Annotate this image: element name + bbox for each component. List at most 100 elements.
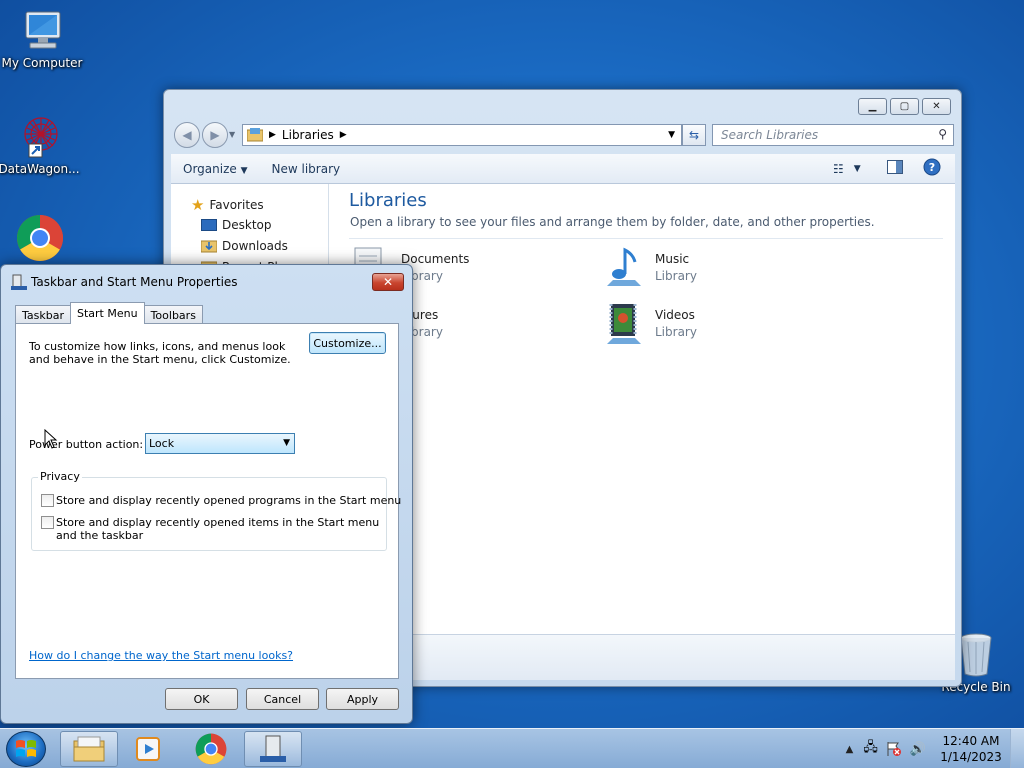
privacy-group: Privacy Store and display recently opene… (31, 470, 401, 551)
preview-pane-button[interactable] (887, 160, 903, 177)
customize-description: To customize how links, icons, and menus… (29, 340, 291, 366)
downloads-folder-icon (201, 240, 217, 253)
tab-taskbar[interactable]: Taskbar (15, 305, 71, 324)
show-desktop-button[interactable] (1010, 729, 1024, 768)
customize-button[interactable]: Customize... (309, 332, 386, 354)
refresh-icon: ⇆ (688, 128, 700, 142)
preview-pane-icon (887, 160, 903, 174)
start-button[interactable] (6, 731, 46, 767)
minimize-button[interactable]: ▁ (858, 98, 887, 115)
command-bar: Organize ▼ New library ☷ ▼ ? (171, 154, 955, 184)
recycle-bin-icon (960, 633, 992, 677)
library-type: Library (655, 325, 697, 339)
taskbar: ▲ 🖧 🔊 12:40 AM 1/14/2023 (0, 728, 1024, 768)
taskbar-properties-button[interactable] (244, 731, 302, 767)
address-bar[interactable]: ▶ Libraries ▶ ▼ (242, 124, 682, 146)
tab-start-menu[interactable]: Start Menu (70, 302, 145, 324)
taskbar-explorer-button[interactable] (60, 731, 118, 767)
forward-arrow-icon: ▶ (210, 128, 220, 142)
library-name: Videos (655, 308, 695, 322)
nav-downloads-label: Downloads (222, 239, 288, 253)
dialog-title: Taskbar and Start Menu Properties (31, 275, 238, 289)
divider (349, 238, 943, 239)
taskbar-properties-dialog: Taskbar and Start Menu Properties ✕ Task… (0, 264, 413, 724)
privacy-legend: Privacy (38, 470, 82, 483)
library-type: Library (655, 269, 697, 283)
cancel-button[interactable]: Cancel (246, 688, 319, 710)
datawagon-icon (24, 117, 58, 158)
recent-items-checkbox[interactable] (41, 516, 54, 529)
search-placeholder: Search Libraries (721, 128, 819, 142)
library-music[interactable]: Music Library (601, 246, 697, 292)
chevron-down-icon: ▼ (283, 438, 290, 448)
folder-icon (73, 736, 105, 762)
power-button-value: Lock (149, 437, 175, 450)
help-link[interactable]: How do I change the way the Start menu l… (29, 649, 293, 662)
nav-downloads[interactable]: Downloads (201, 239, 288, 253)
page-title: Libraries (349, 190, 427, 211)
music-library-icon (607, 247, 641, 286)
breadcrumb-arrow-icon: ▶ (339, 130, 347, 140)
minimize-icon: ▁ (868, 101, 877, 112)
forward-button[interactable]: ▶ (202, 122, 228, 148)
clock[interactable]: 12:40 AM 1/14/2023 (932, 733, 1010, 765)
taskbar-chrome-button[interactable] (182, 731, 240, 767)
volume-icon[interactable]: 🔊 (910, 742, 926, 757)
recent-programs-checkbox[interactable] (41, 494, 54, 507)
mouse-cursor-icon (44, 429, 58, 449)
nav-favorites-label: Favorites (209, 198, 264, 212)
show-hidden-icons-button[interactable]: ▲ (846, 744, 854, 755)
desktop-icon-datawagon[interactable]: DataWagon... (0, 112, 81, 176)
start-menu-panel: To customize how links, icons, and menus… (15, 323, 401, 679)
ok-button[interactable]: OK (165, 688, 238, 710)
close-icon: ✕ (932, 101, 941, 112)
tab-toolbars[interactable]: Toolbars (143, 305, 203, 324)
nav-favorites[interactable]: ★ Favorites (191, 196, 264, 214)
maximize-icon: ▢ (899, 101, 910, 112)
close-button[interactable]: ✕ (922, 98, 951, 115)
search-input[interactable]: Search Libraries ⚲ (712, 124, 954, 146)
recent-pages-dropdown[interactable]: ▼ (229, 130, 235, 139)
breadcrumb-libraries[interactable]: Libraries (282, 128, 334, 142)
svg-text:?: ? (929, 161, 935, 174)
view-options-button[interactable]: ☷ ▼ (833, 162, 861, 176)
back-button[interactable]: ◀ (174, 122, 200, 148)
close-icon: ✕ (382, 275, 394, 289)
taskbar-media-player-button[interactable] (120, 731, 178, 767)
recent-programs-label: Store and display recently opened progra… (56, 494, 402, 507)
taskbar-properties-icon (260, 735, 286, 762)
help-button[interactable]: ? (923, 158, 941, 179)
library-videos[interactable]: Videos Library (601, 302, 697, 348)
search-icon[interactable]: ⚲ (938, 127, 947, 141)
organize-button[interactable]: Organize ▼ (171, 162, 260, 176)
chevron-down-icon: ▼ (240, 165, 248, 176)
organize-label: Organize (183, 161, 237, 176)
system-tray: ▲ 🖧 🔊 12:40 AM 1/14/2023 (846, 729, 1024, 768)
nav-desktop-label: Desktop (222, 218, 272, 232)
window-controls: ▁ ▢ ✕ (858, 98, 951, 115)
new-library-button[interactable]: New library (260, 162, 353, 176)
videos-library-icon (607, 304, 641, 344)
back-arrow-icon: ◀ (182, 128, 192, 142)
dialog-tabs: Taskbar Start Menu Toolbars (15, 302, 203, 324)
star-icon: ★ (191, 196, 205, 214)
libraries-content: Libraries Open a library to see your fil… (329, 184, 955, 634)
nav-desktop[interactable]: Desktop (201, 218, 272, 232)
library-name: Music (655, 252, 690, 266)
refresh-button[interactable]: ⇆ (682, 124, 706, 146)
help-icon: ? (923, 158, 941, 176)
apply-button[interactable]: Apply (326, 688, 399, 710)
computer-icon (25, 11, 61, 49)
power-button-select[interactable]: Lock ▼ (145, 433, 295, 454)
windows-logo-icon (16, 740, 36, 757)
action-center-icon[interactable] (886, 741, 902, 757)
libraries-folder-icon (247, 128, 263, 142)
chrome-shortcut-icon[interactable] (16, 214, 64, 264)
chrome-icon (17, 215, 63, 261)
network-icon[interactable]: 🖧 (863, 738, 878, 760)
address-dropdown-icon[interactable]: ▼ (668, 130, 675, 140)
dialog-close-button[interactable]: ✕ (372, 273, 404, 291)
maximize-button[interactable]: ▢ (890, 98, 919, 115)
desktop-icon-my-computer[interactable]: My Computer (0, 8, 84, 70)
library-name: Documents (401, 252, 470, 266)
